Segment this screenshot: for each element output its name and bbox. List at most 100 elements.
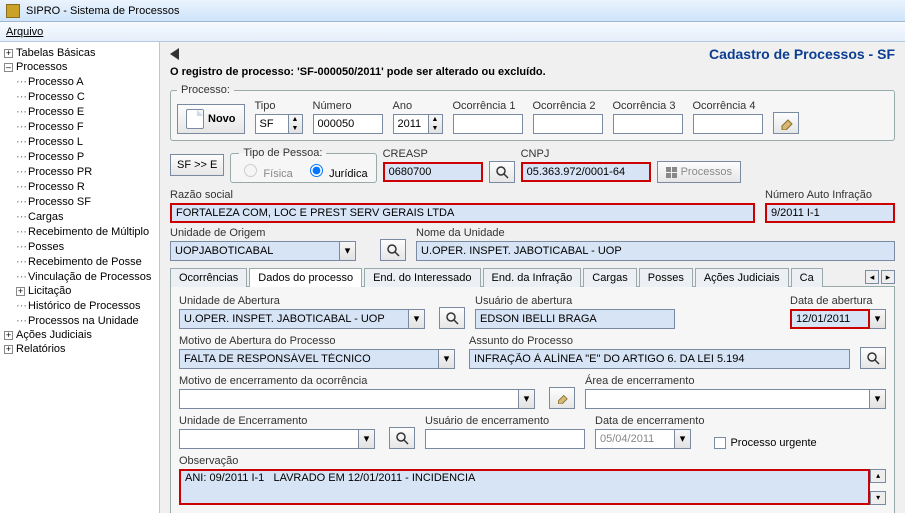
- assunto-field[interactable]: [469, 349, 850, 369]
- motivo-enc-clear[interactable]: [549, 387, 575, 409]
- unid-abertura-search[interactable]: [439, 307, 465, 329]
- ano-label: Ano: [393, 100, 443, 112]
- tree-cargas[interactable]: ⋯Cargas: [2, 209, 157, 224]
- nome-unid-field: [416, 241, 895, 261]
- unid-abertura-label: Unidade de Abertura: [179, 295, 429, 307]
- tree-receb-mult[interactable]: ⋯Recebimento de Múltiplo: [2, 224, 157, 239]
- data-enc-calendar[interactable]: ▾: [675, 429, 691, 449]
- magnifier-icon: [395, 431, 409, 445]
- tree-acoes-jud[interactable]: +Ações Judiciais: [2, 328, 157, 342]
- tab-scroll-right[interactable]: ▸: [881, 270, 895, 284]
- oc2-label: Ocorrência 2: [533, 100, 603, 112]
- motivo-ab-dropdown[interactable]: ▾: [439, 349, 455, 369]
- tree-processo-a[interactable]: ⋯Processo A: [2, 74, 157, 89]
- tree-hist[interactable]: ⋯Histórico de Processos: [2, 298, 157, 313]
- creasp-search-button[interactable]: [489, 161, 515, 183]
- tree-processo-l[interactable]: ⋯Processo L: [2, 134, 157, 149]
- tabs: Ocorrências Dados do processo End. do In…: [170, 267, 895, 287]
- oc1-field[interactable]: [453, 114, 523, 134]
- unid-origem-label: Unidade de Origem: [170, 227, 370, 239]
- tree-processo-r[interactable]: ⋯Processo R: [2, 179, 157, 194]
- magnifier-icon: [866, 351, 880, 365]
- area-enc-field[interactable]: [585, 389, 870, 409]
- oc3-field[interactable]: [613, 114, 683, 134]
- tree-processo-pr[interactable]: ⋯Processo PR: [2, 164, 157, 179]
- numero-field[interactable]: [313, 114, 383, 134]
- scroll-down-icon[interactable]: ▾: [870, 491, 886, 505]
- unid-enc-search[interactable]: [389, 427, 415, 449]
- magnifier-icon: [386, 243, 400, 257]
- unid-enc-field[interactable]: [179, 429, 359, 449]
- tab-end-interessado[interactable]: End. do Interessado: [364, 268, 480, 287]
- tree-licitacao[interactable]: +Licitação: [2, 284, 157, 298]
- tab-acoes-jud[interactable]: Ações Judiciais: [695, 268, 789, 287]
- tab-scroll-left[interactable]: ◂: [865, 270, 879, 284]
- tab-dados-processo[interactable]: Dados do processo: [249, 268, 362, 287]
- obs-scrollbar[interactable]: ▴▾: [870, 469, 886, 505]
- cnpj-field[interactable]: [521, 162, 651, 182]
- auto-infr-field[interactable]: [765, 203, 895, 223]
- proc-urgente-checkbox[interactable]: Processo urgente: [714, 437, 816, 449]
- nome-unid-label: Nome da Unidade: [416, 227, 895, 239]
- razao-label: Razão social: [170, 189, 755, 201]
- unid-origem-field[interactable]: [170, 241, 340, 261]
- tree-processos[interactable]: –Processos: [2, 60, 157, 74]
- oc4-label: Ocorrência 4: [693, 100, 763, 112]
- oc1-label: Ocorrência 1: [453, 100, 523, 112]
- creasp-field[interactable]: [383, 162, 483, 182]
- motivo-enc-field[interactable]: [179, 389, 519, 409]
- assunto-search[interactable]: [860, 347, 886, 369]
- unid-origem-search[interactable]: [380, 239, 406, 261]
- radio-juridica[interactable]: Jurídica: [305, 168, 368, 180]
- razao-field[interactable]: [170, 203, 755, 223]
- motivo-enc-dropdown[interactable]: ▾: [519, 389, 535, 409]
- tab-ocorrencias[interactable]: Ocorrências: [170, 268, 247, 287]
- back-arrow-icon[interactable]: [170, 48, 179, 60]
- tab-posses[interactable]: Posses: [639, 268, 693, 287]
- tree-processo-p[interactable]: ⋯Processo P: [2, 149, 157, 164]
- menu-arquivo[interactable]: Arquivo: [6, 26, 43, 38]
- ano-spinner[interactable]: ▲▼: [429, 114, 443, 134]
- assunto-label: Assunto do Processo: [469, 335, 850, 347]
- data-enc-field[interactable]: [595, 429, 675, 449]
- tree-processo-f[interactable]: ⋯Processo F: [2, 119, 157, 134]
- tab-cargas[interactable]: Cargas: [583, 268, 636, 287]
- scroll-up-icon[interactable]: ▴: [870, 469, 886, 483]
- tree-processo-e[interactable]: ⋯Processo E: [2, 104, 157, 119]
- data-abertura-calendar[interactable]: ▾: [870, 309, 886, 329]
- data-abertura-field[interactable]: [790, 309, 870, 329]
- sf-to-e-button[interactable]: SF >> E: [170, 154, 224, 176]
- processos-button[interactable]: Processos: [657, 161, 741, 183]
- tree-tabelas-basicas[interactable]: +Tabelas Básicas: [2, 46, 157, 60]
- unid-abertura-field[interactable]: [179, 309, 409, 329]
- checkbox-icon[interactable]: [714, 437, 726, 449]
- unid-enc-dropdown[interactable]: ▾: [359, 429, 375, 449]
- oc2-field[interactable]: [533, 114, 603, 134]
- ano-field[interactable]: [393, 114, 429, 134]
- tab-more[interactable]: Ca: [791, 268, 823, 287]
- tree-processo-sf[interactable]: ⋯Processo SF: [2, 194, 157, 209]
- oc4-field[interactable]: [693, 114, 763, 134]
- tree-receb-posse[interactable]: ⋯Recebimento de Posse: [2, 254, 157, 269]
- area-enc-dropdown[interactable]: ▾: [870, 389, 886, 409]
- novo-button[interactable]: Novo: [177, 104, 245, 134]
- tipo-spinner[interactable]: ▲▼: [289, 114, 303, 134]
- tree-posses[interactable]: ⋯Posses: [2, 239, 157, 254]
- nav-tree[interactable]: +Tabelas Básicas –Processos ⋯Processo A …: [0, 42, 160, 513]
- tree-proc-unid[interactable]: ⋯Processos na Unidade: [2, 313, 157, 328]
- motivo-ab-field[interactable]: [179, 349, 439, 369]
- tree-vinc-proc[interactable]: ⋯Vinculação de Processos: [2, 269, 157, 284]
- eraser-icon: [778, 116, 794, 130]
- eraser-button[interactable]: [773, 112, 799, 134]
- obs-field[interactable]: [179, 469, 870, 505]
- tree-relatorios[interactable]: +Relatórios: [2, 342, 157, 356]
- tree-processo-c[interactable]: ⋯Processo C: [2, 89, 157, 104]
- unid-enc-label: Unidade de Encerramento: [179, 415, 379, 427]
- tipo-field[interactable]: [255, 114, 289, 134]
- unid-abertura-dropdown[interactable]: ▾: [409, 309, 425, 329]
- radio-fisica[interactable]: Física: [239, 168, 292, 180]
- oc3-label: Ocorrência 3: [613, 100, 683, 112]
- tab-end-infracao[interactable]: End. da Infração: [483, 268, 582, 287]
- area-enc-label: Área de encerramento: [585, 375, 886, 387]
- unid-origem-dropdown[interactable]: ▾: [340, 241, 356, 261]
